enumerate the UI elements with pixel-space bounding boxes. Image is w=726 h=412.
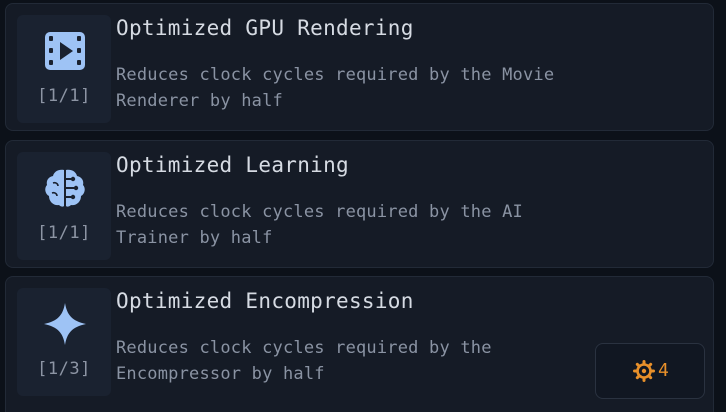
- upgrade-title: Optimized Encompression: [116, 289, 414, 313]
- upgrade-level: [1/3]: [37, 359, 91, 379]
- upgrade-icon-box: [1/3]: [17, 288, 111, 396]
- purchase-cost-button[interactable]: 4: [595, 343, 705, 399]
- cost-value: 4: [658, 360, 669, 381]
- upgrade-level: [1/1]: [37, 223, 91, 243]
- sparkle-icon: [44, 303, 86, 345]
- upgrade-card-learning[interactable]: [1/1] Optimized Learning Reduces clock c…: [5, 140, 714, 268]
- video-icon: [45, 32, 85, 70]
- upgrade-description: Reduces clock cycles required by the Enc…: [116, 338, 492, 384]
- upgrade-title: Optimized Learning: [116, 153, 349, 177]
- upgrade-card-gpu-rendering[interactable]: [1/1] Optimized GPU Rendering Reduces cl…: [5, 3, 714, 131]
- upgrade-icon-box: [1/1]: [17, 15, 111, 123]
- upgrade-icon-box: [1/1]: [17, 152, 111, 260]
- upgrade-level: [1/1]: [37, 86, 91, 106]
- upgrade-list: [1/1] Optimized GPU Rendering Reduces cl…: [0, 0, 726, 412]
- orange-gear-icon: [633, 360, 655, 382]
- brain-circuit-icon: [45, 169, 85, 207]
- upgrade-title: Optimized GPU Rendering: [116, 16, 414, 40]
- upgrade-description: Reduces clock cycles required by the Mov…: [116, 65, 555, 111]
- upgrade-description: Reduces clock cycles required by the AI …: [116, 202, 523, 248]
